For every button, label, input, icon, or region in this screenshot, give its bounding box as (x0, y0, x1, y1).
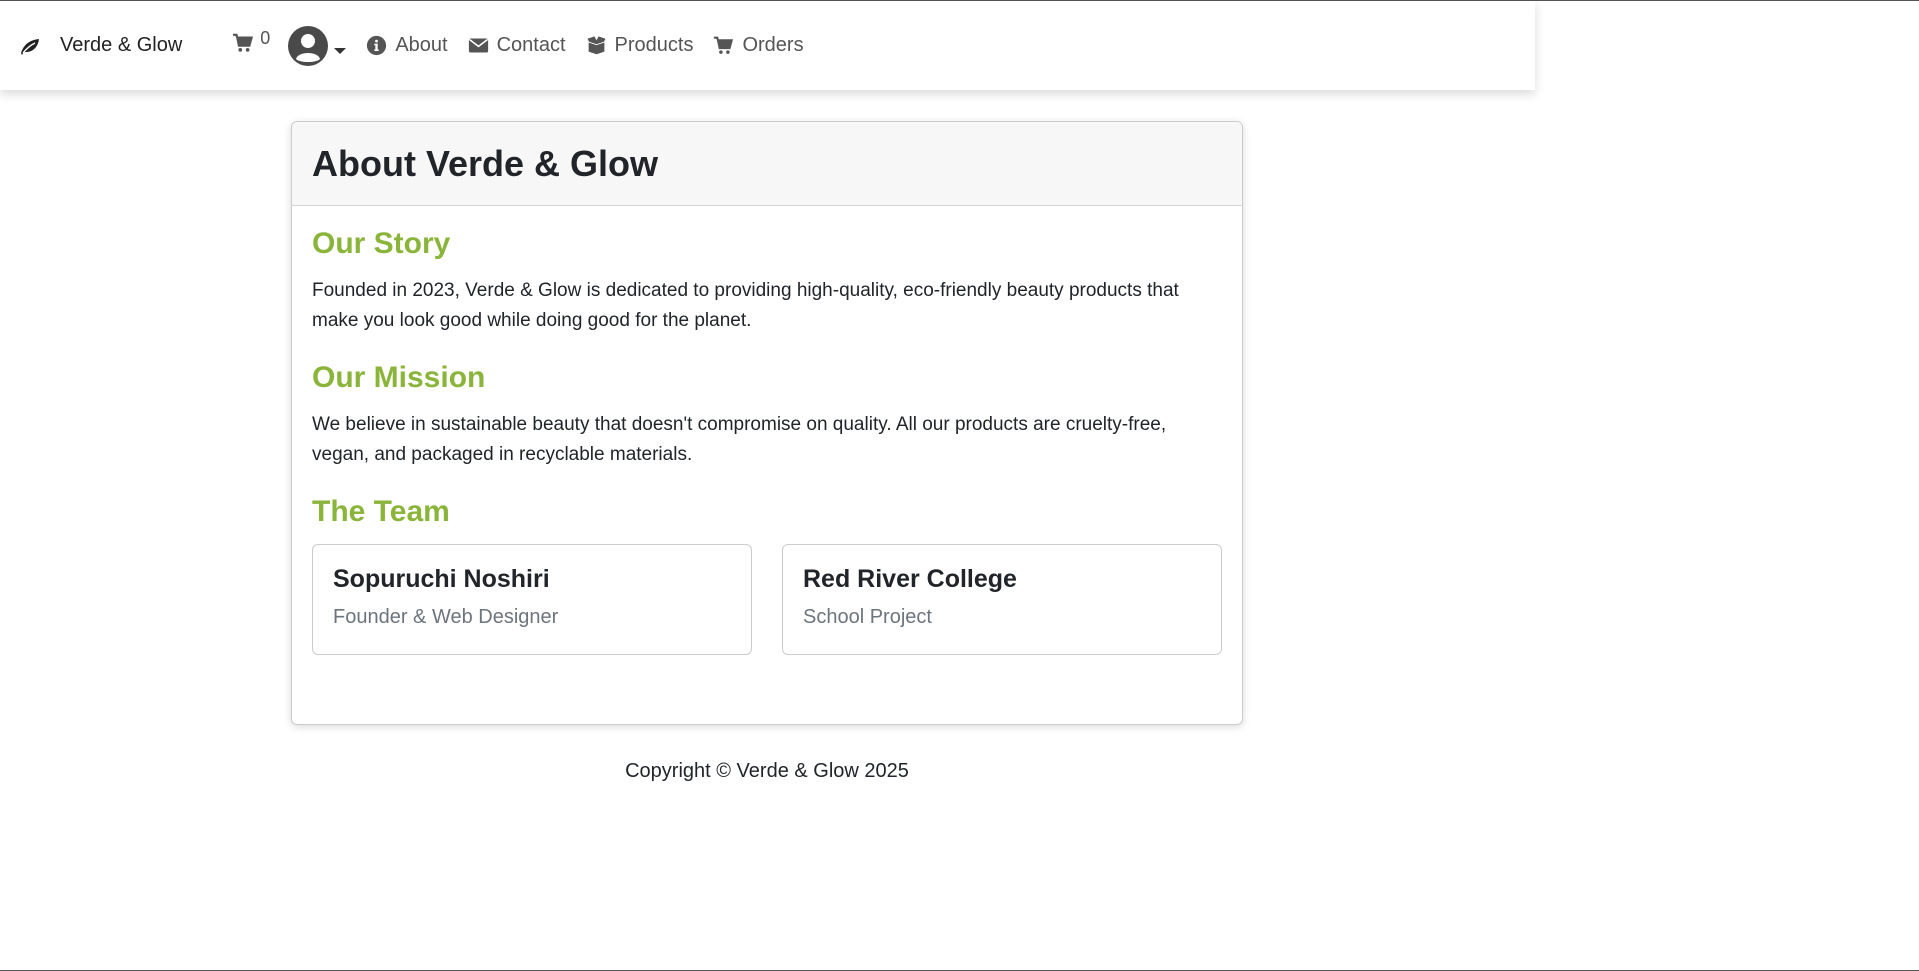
shopping-cart-icon (714, 36, 734, 54)
nav-link-orders-label: Orders (742, 34, 804, 56)
user-avatar-icon (288, 25, 329, 66)
team-card: Red River College School Project (782, 544, 1222, 655)
our-story-heading: Our Story (312, 227, 451, 260)
brand-label: Verde & Glow (60, 34, 183, 56)
team-member-role: School Project (803, 606, 932, 628)
navbar: Verde & Glow 0 About Contact Products Or… (0, 1, 1535, 90)
box-open-icon (585, 35, 607, 55)
our-story-text: Founded in 2023, Verde & Glow is dedicat… (312, 280, 1179, 331)
page-title: About Verde & Glow (312, 143, 659, 184)
chevron-down-icon (334, 47, 347, 54)
info-circle-icon (367, 35, 387, 56)
footer-copyright: Copyright © Verde & Glow 2025 (625, 760, 909, 782)
nav-link-contact-label: Contact (496, 34, 566, 56)
cart-icon (233, 33, 254, 52)
team-member-name: Red River College (803, 565, 1017, 593)
nav-link-about[interactable]: About (366, 34, 448, 57)
team-card: Sopuruchi Noshiri Founder & Web Designer (312, 544, 752, 655)
user-menu-toggle[interactable] (288, 25, 347, 66)
nav-link-about-label: About (395, 34, 448, 56)
team-member-role: Founder & Web Designer (333, 606, 559, 628)
our-mission-text: We believe in sustainable beauty that do… (312, 414, 1167, 465)
team-member-name: Sopuruchi Noshiri (333, 565, 550, 593)
team-list: Sopuruchi Noshiri Founder & Web Designer… (312, 544, 1222, 655)
nav-link-contact[interactable]: Contact (468, 34, 566, 57)
card-body: Our Story Founded in 2023, Verde & Glow … (292, 206, 1242, 655)
brand-link[interactable]: Verde & Glow (18, 34, 182, 58)
about-card: About Verde & Glow Our Story Founded in … (291, 121, 1243, 725)
cart-count: 0 (260, 27, 271, 48)
card-header: About Verde & Glow (292, 122, 1242, 206)
team-heading: The Team (312, 495, 450, 528)
cart-button[interactable]: 0 (232, 28, 270, 54)
nav-link-products[interactable]: Products (585, 34, 694, 57)
leaf-icon (21, 38, 39, 55)
nav-link-orders[interactable]: Orders (713, 34, 804, 57)
our-mission-heading: Our Mission (312, 361, 486, 394)
nav-link-products-label: Products (614, 34, 694, 56)
envelope-icon (468, 38, 488, 53)
